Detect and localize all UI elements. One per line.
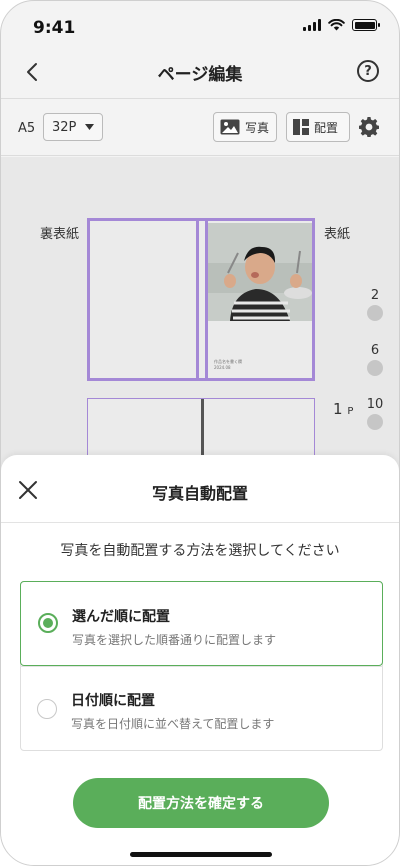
spine-line <box>196 218 199 381</box>
current-page-value: 1 <box>333 400 343 418</box>
photo-button-label: 写真 <box>245 120 270 135</box>
cover-photo[interactable] <box>208 223 312 321</box>
page-canvas: 裏表紙 表紙 作品名を書く欄 2024.08 2 6 10 1 P <box>1 157 399 519</box>
battery-icon <box>352 19 380 31</box>
status-time: 9:41 <box>33 18 76 38</box>
page-dot-6[interactable] <box>367 360 383 376</box>
current-page-number: 1 P <box>333 400 353 418</box>
sheet-description: 写真を自動配置する方法を選択してください <box>60 543 340 559</box>
page-count-select[interactable]: 32P <box>43 113 103 141</box>
cover-caption-line2: 2024.08 <box>214 365 231 370</box>
image-icon <box>220 119 240 135</box>
page-number-2: 2 <box>370 288 380 303</box>
cellular-signal-icon <box>303 19 321 31</box>
option-subtitle: 写真を選択した順番通りに配置します <box>72 633 277 647</box>
page-dot-10[interactable] <box>367 414 383 430</box>
help-button[interactable]: ? <box>357 60 379 82</box>
front-cover-label: 表紙 <box>324 227 351 242</box>
option-title: 日付順に配置 <box>71 693 155 709</box>
child-eating-photo <box>208 223 312 321</box>
photo-button[interactable]: 写真 <box>213 112 277 142</box>
back-cover-label: 裏表紙 <box>40 227 80 242</box>
wifi-icon <box>328 19 345 31</box>
page-count-value: 32P <box>52 119 77 135</box>
option-selected-order[interactable]: 選んだ順に配置 写真を選択した順番通りに配置します <box>20 581 383 666</box>
option-title: 選んだ順に配置 <box>72 609 170 625</box>
radio-selected-order[interactable] <box>38 613 58 633</box>
page-title: ページ編集 <box>157 65 243 85</box>
current-page-suffix: P <box>347 406 354 417</box>
cover-spread[interactable]: 作品名を書く欄 2024.08 <box>87 218 315 381</box>
option-subtitle: 写真を日付順に並べ替えて配置します <box>71 717 275 731</box>
layout-grid-icon <box>293 119 309 135</box>
layout-button[interactable]: 配置 <box>286 112 350 142</box>
layout-options: 選んだ順に配置 写真を選択した順番通りに配置します 日付順に配置 写真を日付順に… <box>20 581 383 751</box>
sheet-header: 写真自動配置 <box>1 455 399 523</box>
nav-bar: ページ編集 ? <box>1 47 399 97</box>
gear-icon[interactable] <box>359 117 379 137</box>
size-label: A5 <box>18 121 36 136</box>
page-number-6: 6 <box>370 343 380 358</box>
dropdown-triangle-icon <box>85 124 95 130</box>
option-date-order[interactable]: 日付順に配置 写真を日付順に並べ替えて配置します <box>20 666 383 751</box>
cover-caption: 作品名を書く欄 2024.08 <box>214 359 242 370</box>
radio-date-order[interactable] <box>37 699 57 719</box>
home-indicator <box>130 852 272 857</box>
page-dot-2[interactable] <box>367 305 383 321</box>
confirm-layout-button[interactable]: 配置方法を確定する <box>73 778 329 828</box>
page-number-10: 10 <box>366 397 384 412</box>
auto-layout-sheet: 写真自動配置 写真を自動配置する方法を選択してください 選んだ順に配置 写真を選… <box>1 455 399 865</box>
question-icon: ? <box>364 63 372 79</box>
toolbar: A5 32P 写真 配置 <box>1 98 399 156</box>
layout-button-label: 配置 <box>314 120 339 135</box>
sheet-title: 写真自動配置 <box>151 484 248 503</box>
phone-screen: 9:41 ページ編集 ? A5 32P 写真 配置 裏表紙 表紙 作品名を書く欄… <box>0 0 400 866</box>
status-icons <box>303 19 380 31</box>
